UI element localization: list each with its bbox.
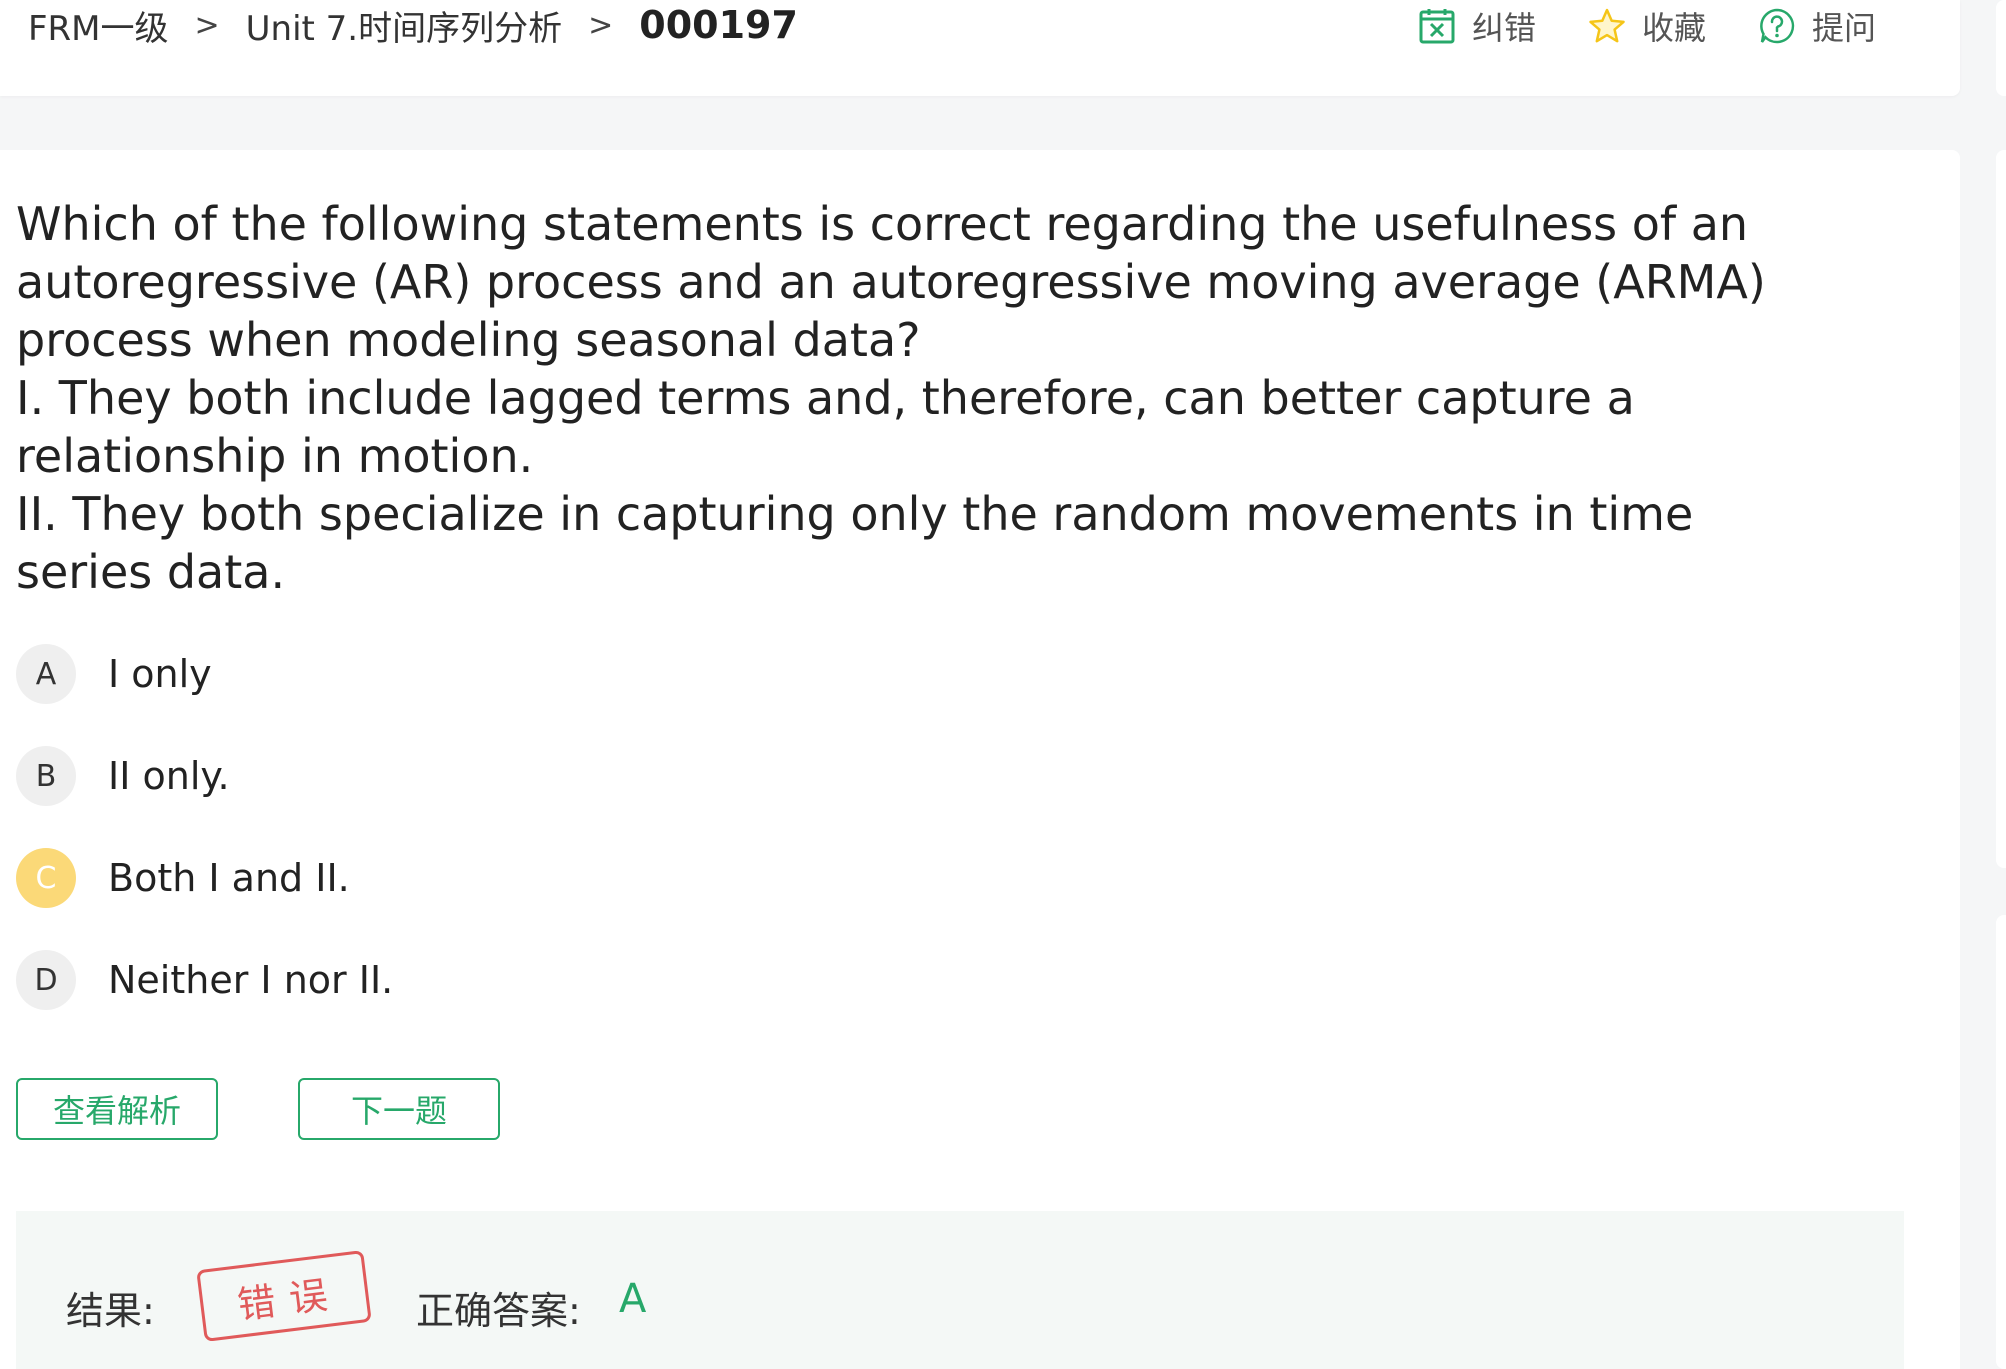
report-error-icon: [1418, 7, 1456, 45]
result-label: 结果:: [66, 1289, 155, 1333]
option-a[interactable]: A I only: [16, 644, 212, 704]
option-text: II only.: [108, 754, 230, 798]
question-icon: [1758, 7, 1796, 45]
question-id: 000197: [639, 3, 798, 47]
correct-answer-value: A: [619, 1276, 647, 1322]
question-statement: II. They both specialize in capturing on…: [16, 487, 1694, 599]
side-panel-edge: [1996, 150, 2006, 868]
question-text: Which of the following statements is cor…: [16, 195, 1816, 601]
question-stem: Which of the following statements is cor…: [16, 197, 1766, 367]
breadcrumb: FRM一级 > Unit 7.时间序列分析 > 000197: [28, 0, 798, 50]
favorite-button[interactable]: 收藏: [1588, 3, 1706, 49]
option-c[interactable]: C Both I and II.: [16, 848, 350, 908]
report-error-label: 纠错: [1472, 9, 1537, 47]
breadcrumb-separator: >: [588, 7, 614, 43]
view-analysis-button[interactable]: 查看解析: [16, 1078, 218, 1140]
correct-answer-label: 正确答案:: [416, 1289, 581, 1333]
report-error-button[interactable]: 纠错: [1418, 3, 1536, 49]
favorite-label: 收藏: [1642, 9, 1707, 47]
option-letter-selected: C: [16, 848, 76, 908]
option-text: I only: [108, 652, 212, 696]
option-letter: A: [16, 644, 76, 704]
side-panel-edge: [1996, 0, 2006, 96]
option-letter: D: [16, 950, 76, 1010]
breadcrumb-unit[interactable]: Unit 7.时间序列分析: [246, 1, 562, 50]
option-letter: B: [16, 746, 76, 806]
option-d[interactable]: D Neither I nor II.: [16, 950, 393, 1010]
option-b[interactable]: B II only.: [16, 746, 230, 806]
breadcrumb-course[interactable]: FRM一级: [28, 1, 169, 50]
option-text: Both I and II.: [108, 856, 350, 900]
next-question-button[interactable]: 下一题: [298, 1078, 500, 1140]
ask-question-label: 提问: [1812, 9, 1877, 47]
option-text: Neither I nor II.: [108, 958, 394, 1002]
side-panel-edge: [1996, 915, 2006, 1369]
star-icon: [1588, 7, 1626, 45]
ask-question-button[interactable]: 提问: [1758, 3, 1876, 49]
question-actions: 纠错 收藏 提问: [1418, 0, 1876, 52]
breadcrumb-separator: >: [194, 7, 220, 43]
question-statement: I. They both include lagged terms and, t…: [16, 371, 1635, 483]
